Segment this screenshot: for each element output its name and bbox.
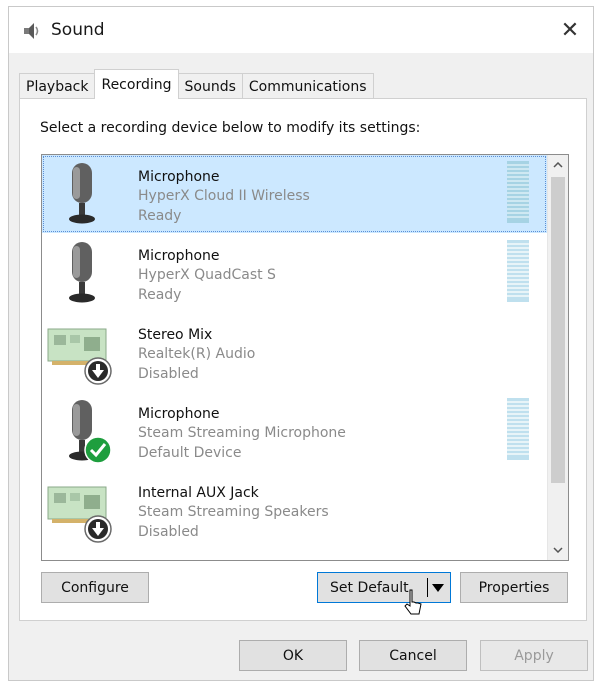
device-row[interactable]: Microphone HyperX QuadCast S Ready	[42, 234, 547, 312]
device-rows: Microphone HyperX Cloud II Wireless Read…	[42, 155, 547, 560]
device-row[interactable]: Microphone HyperX Cloud II Wireless Read…	[42, 155, 547, 233]
level-meter	[507, 398, 529, 460]
device-name: Stereo Mix	[138, 327, 213, 343]
configure-button[interactable]: Configure	[41, 572, 149, 603]
device-name: Microphone	[138, 406, 220, 422]
microphone-icon	[46, 236, 116, 310]
device-row[interactable]: Microphone Steam Streaming Microphone De…	[42, 392, 547, 470]
close-button[interactable]: ✕	[551, 13, 589, 47]
set-default-button[interactable]: Set Default	[317, 572, 451, 603]
recording-panel: Select a recording device below to modif…	[19, 98, 587, 621]
instruction-text: Select a recording device below to modif…	[40, 120, 421, 136]
tab-sounds[interactable]: Sounds	[177, 73, 243, 99]
sound-card-icon	[46, 473, 116, 547]
device-description: HyperX QuadCast S	[138, 267, 276, 283]
device-name: Internal AUX Jack	[138, 485, 259, 501]
level-meter	[507, 161, 529, 223]
vertical-scrollbar[interactable]	[547, 155, 568, 560]
scroll-thumb[interactable]	[551, 177, 565, 483]
window-title: Sound	[51, 20, 105, 40]
device-status: Default Device	[138, 445, 242, 461]
close-icon: ✕	[560, 17, 580, 43]
sound-card-icon	[46, 315, 116, 389]
device-list[interactable]: Microphone HyperX Cloud II Wireless Read…	[41, 154, 569, 561]
microphone-icon	[46, 157, 116, 231]
device-status: Disabled	[138, 524, 199, 540]
tab-communications[interactable]: Communications	[241, 73, 374, 99]
device-row[interactable]: Internal AUX Jack Steam Streaming Speake…	[42, 471, 547, 549]
tab-playback[interactable]: Playback	[19, 73, 96, 99]
device-row[interactable]: Stereo Mix Realtek(R) Audio Disabled	[42, 313, 547, 391]
microphone-icon	[46, 394, 116, 468]
speaker-icon	[22, 22, 42, 40]
title-bar: Sound ✕	[9, 7, 593, 53]
device-status: Ready	[138, 208, 182, 224]
device-description: Steam Streaming Microphone	[138, 425, 346, 441]
mouse-pointer-icon	[404, 588, 424, 618]
dialog-body: Playback Recording Sounds Communications…	[9, 53, 593, 680]
tab-strip: Playback Recording Sounds Communications	[19, 69, 374, 99]
device-status: Disabled	[138, 366, 199, 382]
device-status: Ready	[138, 287, 182, 303]
scroll-up-button[interactable]	[548, 155, 568, 175]
ok-button[interactable]: OK	[239, 640, 347, 671]
chevron-up-icon	[553, 162, 563, 168]
scroll-down-button[interactable]	[548, 540, 568, 560]
device-name: Microphone	[138, 169, 220, 185]
sound-dialog: Sound ✕ Playback Recording Sounds Commun…	[8, 6, 594, 681]
dropdown-arrow-icon[interactable]	[432, 581, 444, 597]
cancel-button[interactable]: Cancel	[359, 640, 467, 671]
properties-button[interactable]: Properties	[460, 572, 568, 603]
chevron-down-icon	[553, 547, 563, 553]
level-meter	[507, 240, 529, 302]
tab-recording[interactable]: Recording	[94, 69, 179, 99]
device-description: Steam Streaming Speakers	[138, 504, 329, 520]
device-description: Realtek(R) Audio	[138, 346, 256, 362]
device-description: HyperX Cloud II Wireless	[138, 188, 310, 204]
split-divider	[427, 578, 428, 597]
apply-button: Apply	[480, 640, 588, 671]
device-name: Microphone	[138, 248, 220, 264]
